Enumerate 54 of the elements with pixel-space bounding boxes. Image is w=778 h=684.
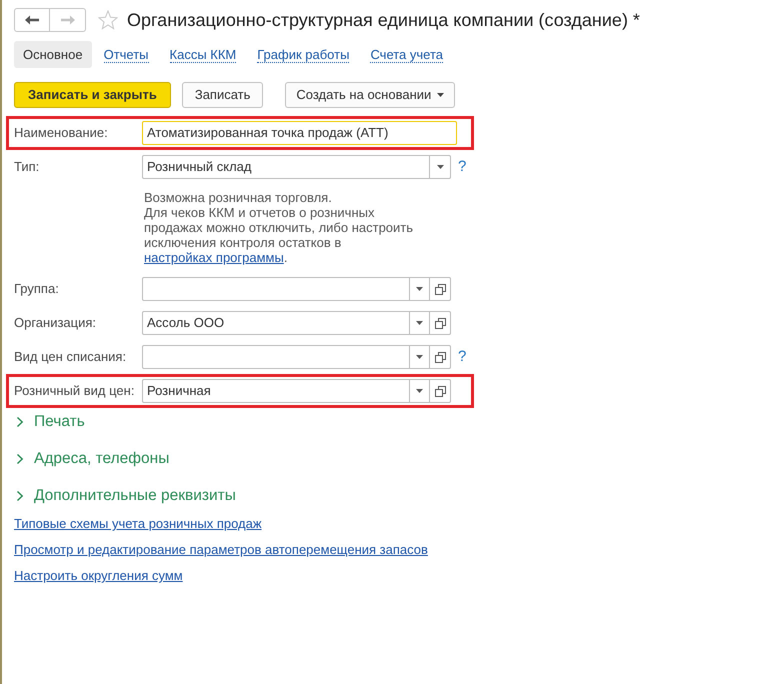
dropdown-button[interactable] — [410, 379, 430, 403]
save-button[interactable]: Записать — [182, 82, 264, 108]
save-and-close-button[interactable]: Записать и закрыть — [14, 82, 171, 108]
dropdown-button[interactable] — [410, 277, 430, 301]
open-button[interactable] — [430, 311, 451, 335]
field-label: Тип: — [14, 158, 40, 176]
field-label: Группа: — [14, 280, 60, 298]
field-label: Розничный вид цен: — [14, 382, 136, 400]
tab[interactable]: Основное — [14, 41, 92, 68]
caret-icon — [416, 389, 423, 393]
caret-icon — [416, 355, 423, 359]
action-link[interactable]: Типовые схемы учета розничных продаж — [14, 514, 262, 534]
dropdown-button[interactable] — [410, 311, 430, 335]
caret-icon — [416, 287, 423, 291]
open-window-icon — [434, 352, 446, 362]
field-label: Организация: — [14, 314, 98, 332]
dropdown-button[interactable] — [410, 345, 430, 369]
action-link[interactable]: Настроить округления сумм — [14, 566, 183, 586]
open-window-icon — [434, 284, 446, 294]
create-based-on-button[interactable]: Создать на основании — [285, 82, 456, 108]
group-toggle[interactable]: Дополнительные реквизиты — [14, 484, 236, 508]
field-label: Вид цен списания: — [14, 348, 128, 366]
tab[interactable]: Кассы ККМ — [160, 41, 246, 68]
dropdown-button[interactable] — [430, 155, 451, 179]
tab[interactable]: График работы — [248, 41, 358, 68]
open-window-icon — [434, 386, 446, 396]
action-link[interactable]: Просмотр и редактирование параметров автоперемещения запасов — [14, 540, 428, 560]
field-label: Наименование: — [14, 124, 109, 142]
tab[interactable]: Отчеты — [94, 41, 158, 68]
group-toggle[interactable]: Адреса, телефоны — [14, 447, 170, 471]
open-button[interactable] — [430, 277, 451, 301]
back-button[interactable] — [14, 8, 50, 32]
open-button[interactable] — [430, 345, 451, 369]
caret-icon — [416, 321, 423, 325]
open-button[interactable] — [430, 379, 451, 403]
window-title: Организационно-структурная единица компании (создание) * — [127, 9, 640, 32]
left-arrow-icon — [25, 15, 39, 25]
caret-icon — [437, 93, 444, 97]
group-toggle[interactable]: Печать — [14, 410, 85, 434]
star-icon[interactable] — [98, 10, 118, 30]
hint-text: Возможна розничная торговля. Для чеков ККМ и отчетов о розничных продажах можно отключить, либо настроить исключения контроля остатков в настройках программы. — [144, 190, 414, 265]
help-link[interactable]: ? — [458, 348, 466, 366]
select-field[interactable]: Ассоль ООО — [142, 311, 410, 335]
select-field[interactable] — [142, 345, 410, 369]
settings-link[interactable]: настройках программы — [144, 250, 284, 265]
right-arrow-icon — [60, 15, 74, 25]
help-link[interactable]: ? — [458, 158, 466, 176]
select-field[interactable]: Розничный склад — [142, 155, 430, 179]
text-field[interactable]: Атоматизированная точка продаж (АТТ) — [142, 121, 457, 145]
open-window-icon — [434, 318, 446, 328]
select-field[interactable]: Розничная — [142, 379, 410, 403]
select-field[interactable] — [142, 277, 410, 301]
tab[interactable]: Счета учета — [361, 41, 452, 68]
caret-icon — [436, 165, 444, 169]
